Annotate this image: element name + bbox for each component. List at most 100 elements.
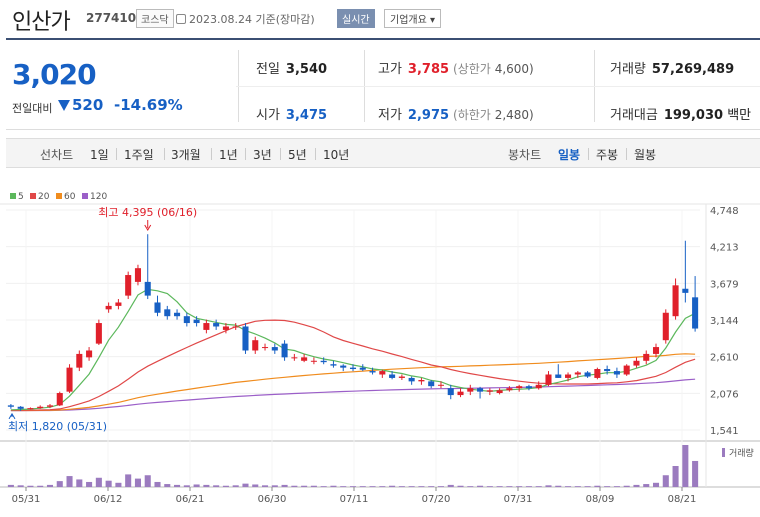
volume-bar [535,486,542,487]
volume-bar [144,475,151,487]
candle-body [506,388,513,391]
x-tick-label: 06/30 [258,494,287,505]
candle-body [222,326,229,330]
period-1week[interactable]: 1주일 [124,146,154,163]
x-tick-label: 06/21 [176,494,205,505]
amount-value: 199,030 [663,108,724,123]
volume-bar [477,485,484,487]
volume-bar [437,486,445,487]
candle-body [623,365,630,375]
volume-bar [486,486,493,487]
volume-bar [496,486,503,487]
change-percent: -14.69% [114,96,183,114]
volume-bar [692,460,699,487]
volume-bar [330,485,337,487]
x-tick-label: 07/20 [422,494,451,505]
low-label: 저가 [378,108,402,123]
low-price: 저가 2,975 (하한가 2,480) [378,104,534,123]
change-label: 전일대비 [12,102,53,115]
volume-bar [154,481,161,487]
candle-body [428,381,435,387]
volume-bar [398,486,405,487]
low-annotation: 최저 1,820 (05/31) [8,420,107,433]
stock-code: 277410 [86,11,137,25]
candle-body [310,360,317,362]
volume: 거래량 57,269,489 [610,58,734,77]
volume-bar [203,484,210,487]
candle-body [379,371,386,375]
volume-bar [134,478,141,487]
quote-date: 2023.08.24 기준(장마감) [176,11,315,27]
candle-body [652,347,660,354]
period-10year[interactable]: 10년 [323,146,349,163]
volume-bar [222,485,229,487]
volume-bar [340,486,347,487]
volume-bar [662,475,669,487]
candle-body [565,374,572,378]
candle-body [56,393,63,406]
volume-bar [418,486,425,487]
volume-bar [261,485,269,487]
candle-body [672,285,679,317]
period-1day[interactable]: 1일 [90,146,109,163]
candle-body [144,281,151,296]
stock-name: 인산가 [12,10,71,35]
volume-bar [193,484,200,487]
company-overview-dropdown[interactable]: 기업개요 ▾ [384,9,441,28]
candle-body [37,406,44,409]
candle-body [545,374,552,385]
quote-panel: 3,020 전일대비 520 -14.69% 전일 3,540 시가 3,475 고… [6,38,760,130]
period-monthly[interactable]: 월봉 [634,146,656,163]
period-daily[interactable]: 일봉 [558,146,580,163]
candle-body [692,297,699,329]
period-5year[interactable]: 5년 [288,146,307,163]
open-label: 시가 [256,108,280,123]
candle-body [183,316,190,324]
y-tick-label: 1,541 [710,426,739,437]
change-amount: 520 [72,96,104,114]
stock-chart: 4,748 4,213 3,679 3,144 2,610 2,076 1,541 05/31… [0,203,760,505]
candle-body [252,340,259,351]
volume-bar [271,485,278,487]
candle-body [27,408,34,410]
candle-body [340,365,347,368]
period-1year[interactable]: 1년 [219,146,238,163]
volume-bar [408,486,415,487]
volume-bar [37,485,44,487]
divider [315,148,316,160]
volume-bar [281,484,288,487]
candle-body [105,305,112,310]
volume-bar [613,486,620,487]
volume-bar [66,476,73,487]
candle-body [369,371,376,373]
period-3month[interactable]: 3개월 [171,146,201,163]
candle-body [486,390,493,392]
volume-bar [574,486,581,487]
x-tick-label: 08/09 [586,494,615,505]
volume-bar [17,485,24,487]
candle-body [291,357,298,359]
candle-body [349,367,357,370]
period-3year[interactable]: 3년 [253,146,272,163]
volume-bar [379,486,386,487]
prev-close-value: 3,540 [285,62,328,77]
divider [588,148,589,160]
candle-body [193,319,200,324]
open-price: 시가 3,475 [256,104,327,123]
volume-bar [652,482,660,487]
y-tick-label: 2,610 [710,353,739,364]
y-tick-label: 4,213 [710,243,739,254]
clock-icon [176,14,186,24]
stock-header: 인산가 277410 코스닥 2023.08.24 기준(장마감) 실시간 기업… [0,0,760,36]
upper-limit-value: 4,600) [494,62,534,76]
candle-body [164,309,171,317]
high-label: 고가 [378,62,402,77]
volume-bar [555,485,562,487]
volume-bar [164,484,171,487]
down-arrow-icon [58,100,70,111]
volume-bar [174,484,181,487]
realtime-button[interactable]: 실시간 [337,9,375,28]
candle-body [496,390,503,394]
period-weekly[interactable]: 주봉 [596,146,618,163]
volume-bar [301,485,308,487]
